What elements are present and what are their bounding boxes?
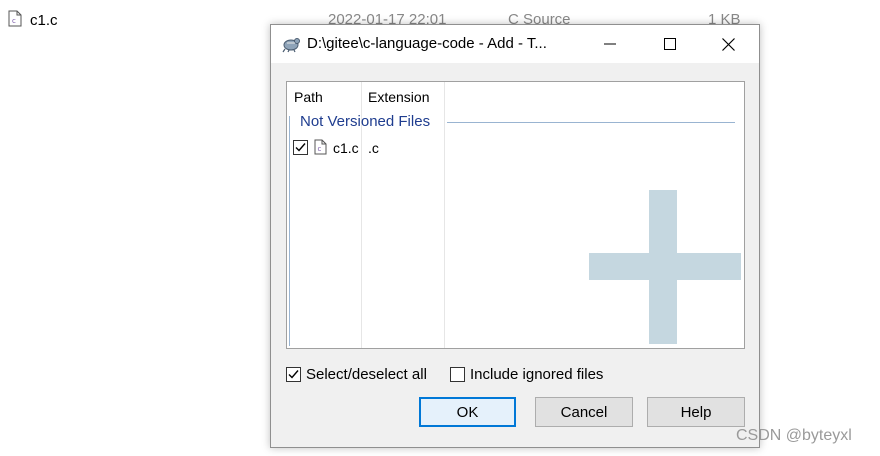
watermark-credit: CSDN @byteyxl — [736, 427, 852, 444]
group-divider — [447, 122, 735, 123]
column-header-path[interactable]: Path — [294, 89, 323, 105]
select-all-label: Select/deselect all — [306, 365, 427, 383]
c-source-file-icon: c — [8, 10, 22, 32]
add-dialog: D:\gitee\c-language-code - Add - T... Pa… — [270, 24, 760, 448]
help-button[interactable]: Help — [647, 397, 745, 427]
close-icon — [721, 37, 735, 51]
tortoisegit-icon — [281, 35, 301, 58]
title-bar[interactable]: D:\gitee\c-language-code - Add - T... — [271, 25, 759, 63]
c-source-file-icon: c — [314, 139, 327, 160]
select-all-checkbox[interactable]: Select/deselect all — [286, 365, 427, 383]
checkbox-box[interactable] — [450, 366, 465, 382]
dialog-title: D:\gitee\c-language-code - Add - T... — [307, 35, 547, 52]
column-header-extension[interactable]: Extension — [368, 89, 429, 105]
explorer-file-name: c1.c — [30, 12, 58, 29]
plus-icon — [589, 190, 741, 349]
checkbox-box[interactable] — [286, 366, 301, 382]
svg-text:c: c — [318, 145, 322, 153]
row-extension: .c — [368, 140, 379, 156]
files-list[interactable]: Path Extension Not Versioned Files c c1.… — [286, 81, 745, 349]
ok-button[interactable]: OK — [419, 397, 516, 427]
include-ignored-checkbox[interactable]: Include ignored files — [450, 365, 603, 383]
checkmark-icon — [288, 369, 299, 379]
close-button[interactable] — [705, 25, 751, 63]
include-ignored-label: Include ignored files — [470, 365, 604, 383]
maximize-button[interactable] — [647, 25, 693, 63]
minimize-button[interactable] — [587, 25, 633, 63]
row-path[interactable]: c1.c — [333, 140, 359, 156]
column-separator — [444, 82, 445, 348]
row-checkbox[interactable] — [293, 140, 308, 155]
cancel-button[interactable]: Cancel — [535, 397, 633, 427]
maximize-icon — [664, 38, 676, 50]
checkmark-icon — [295, 143, 306, 152]
group-header-not-versioned[interactable]: Not Versioned Files — [300, 113, 430, 130]
minimize-icon — [604, 43, 616, 45]
group-indicator-line — [289, 116, 290, 346]
svg-text:c: c — [12, 17, 16, 25]
